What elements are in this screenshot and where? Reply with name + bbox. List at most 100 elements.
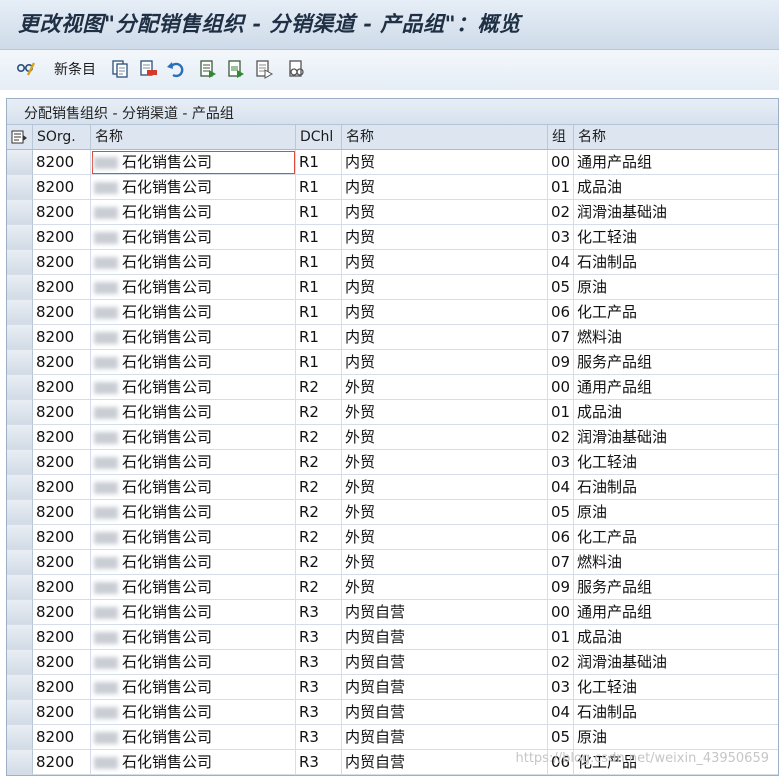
- cell-div-name: 原油: [574, 725, 778, 750]
- cell-dchl: R1: [296, 200, 342, 225]
- table-row[interactable]: 8200 石化销售公司 R1 内贸 07 燃料油: [7, 325, 778, 350]
- redacted-mark: [94, 681, 118, 694]
- cell-sorg-name: 石化销售公司: [91, 200, 296, 225]
- column-header-dchl[interactable]: DChl: [296, 125, 342, 150]
- cell-sorg-name: 石化销售公司: [91, 275, 296, 300]
- row-selector[interactable]: [7, 550, 33, 575]
- table-row[interactable]: 8200 石化销售公司 R2 外贸 04 石油制品: [7, 475, 778, 500]
- table-row[interactable]: 8200 石化销售公司 R1 内贸 04 石油制品: [7, 250, 778, 275]
- table-row[interactable]: 8200 石化销售公司 R3 内贸自营 01 成品油: [7, 625, 778, 650]
- row-selector[interactable]: [7, 525, 33, 550]
- column-header-div[interactable]: 组: [548, 125, 574, 150]
- table-row[interactable]: 8200 石化销售公司 R2 外贸 06 化工产品: [7, 525, 778, 550]
- table-row[interactable]: 8200 石化销售公司 R1 内贸 00 通用产品组: [7, 150, 778, 175]
- cell-div: 01: [548, 400, 574, 425]
- cell-dchl-name: 内贸自营: [342, 700, 548, 725]
- table-row[interactable]: 8200 石化销售公司 R2 外贸 02 润滑油基础油: [7, 425, 778, 450]
- cell-dchl-name: 内贸自营: [342, 675, 548, 700]
- cell-text: 石化销售公司: [122, 553, 213, 571]
- table-row[interactable]: 8200 石化销售公司 R1 内贸 09 服务产品组: [7, 350, 778, 375]
- row-selector[interactable]: [7, 600, 33, 625]
- cell-text: 石化销售公司: [122, 378, 213, 396]
- cell-sorg: 8200: [33, 500, 91, 525]
- cell-text: 石化销售公司: [122, 328, 213, 346]
- undo-button[interactable]: [166, 58, 186, 80]
- table-row[interactable]: 8200 石化销售公司 R2 外贸 09 服务产品组: [7, 575, 778, 600]
- select-all-button[interactable]: [198, 58, 218, 80]
- row-selector[interactable]: [7, 700, 33, 725]
- column-header-sorg[interactable]: SOrg.: [33, 125, 91, 150]
- cell-dchl: R2: [296, 575, 342, 600]
- cell-div: 04: [548, 475, 574, 500]
- row-selector[interactable]: [7, 725, 33, 750]
- table-row[interactable]: 8200 石化销售公司 R2 外贸 07 燃料油: [7, 550, 778, 575]
- row-selector[interactable]: [7, 425, 33, 450]
- cell-div: 07: [548, 325, 574, 350]
- row-selector[interactable]: [7, 750, 33, 775]
- cell-sorg-name: 石化销售公司: [91, 325, 296, 350]
- display-change-button[interactable]: [16, 58, 36, 80]
- column-header-div-name[interactable]: 名称: [574, 125, 778, 150]
- row-selector[interactable]: [7, 175, 33, 200]
- cell-div: 03: [548, 450, 574, 475]
- table-row[interactable]: 8200 石化销售公司 R1 内贸 05 原油: [7, 275, 778, 300]
- print-preview-button[interactable]: [286, 58, 306, 80]
- row-selector[interactable]: [7, 675, 33, 700]
- cell-text: 石化销售公司: [122, 628, 213, 646]
- table-row[interactable]: 8200 石化销售公司 R3 内贸自营 03 化工轻油: [7, 675, 778, 700]
- table-row[interactable]: 8200 石化销售公司 R3 内贸自营 00 通用产品组: [7, 600, 778, 625]
- table-row[interactable]: 8200 石化销售公司 R1 内贸 01 成品油: [7, 175, 778, 200]
- deselect-all-button[interactable]: [254, 58, 274, 80]
- cell-dchl: R1: [296, 350, 342, 375]
- cell-div-name: 燃料油: [574, 550, 778, 575]
- cell-dchl: R2: [296, 425, 342, 450]
- cell-div: 00: [548, 600, 574, 625]
- column-header-dchl-name[interactable]: 名称: [342, 125, 548, 150]
- cell-dchl: R2: [296, 400, 342, 425]
- row-selector[interactable]: [7, 475, 33, 500]
- cell-div: 03: [548, 225, 574, 250]
- table-row[interactable]: 8200 石化销售公司 R2 外贸 03 化工轻油: [7, 450, 778, 475]
- row-selector[interactable]: [7, 300, 33, 325]
- row-selector[interactable]: [7, 350, 33, 375]
- print-preview-icon: [289, 60, 304, 77]
- row-selector[interactable]: [7, 250, 33, 275]
- delete-button[interactable]: [138, 58, 158, 80]
- row-selector[interactable]: [7, 325, 33, 350]
- column-settings-button[interactable]: [7, 125, 33, 150]
- table-row[interactable]: 8200 石化销售公司 R2 外贸 01 成品油: [7, 400, 778, 425]
- row-selector[interactable]: [7, 450, 33, 475]
- row-selector[interactable]: [7, 200, 33, 225]
- redacted-mark: [94, 531, 118, 544]
- table-row[interactable]: 8200 石化销售公司 R2 外贸 05 原油: [7, 500, 778, 525]
- row-selector[interactable]: [7, 625, 33, 650]
- row-selector[interactable]: [7, 650, 33, 675]
- new-entries-button[interactable]: 新条目: [48, 58, 96, 80]
- cell-div: 06: [548, 525, 574, 550]
- redacted-mark: [94, 706, 118, 719]
- row-selector[interactable]: [7, 150, 33, 175]
- row-selector[interactable]: [7, 575, 33, 600]
- cell-dchl-name: 外贸: [342, 375, 548, 400]
- row-selector[interactable]: [7, 500, 33, 525]
- row-selector[interactable]: [7, 275, 33, 300]
- column-header-sorg-name[interactable]: 名称: [91, 125, 296, 150]
- row-selector[interactable]: [7, 225, 33, 250]
- row-selector[interactable]: [7, 375, 33, 400]
- cell-div-name: 化工轻油: [574, 225, 778, 250]
- copy-button[interactable]: [110, 58, 130, 80]
- select-block-button[interactable]: [226, 58, 246, 80]
- cell-sorg-name: 石化销售公司: [91, 725, 296, 750]
- table-panel: 分配销售组织 - 分销渠道 - 产品组 SOrg. 名称 DChl 名称 组 名…: [6, 98, 779, 776]
- cell-dchl: R1: [296, 275, 342, 300]
- select-all-icon: [200, 60, 216, 78]
- row-selector[interactable]: [7, 400, 33, 425]
- table-row[interactable]: 8200 石化销售公司 R3 内贸自营 02 润滑油基础油: [7, 650, 778, 675]
- table-row[interactable]: 8200 石化销售公司 R2 外贸 00 通用产品组: [7, 375, 778, 400]
- cell-dchl-name: 外贸: [342, 400, 548, 425]
- table-row[interactable]: 8200 石化销售公司 R1 内贸 06 化工产品: [7, 300, 778, 325]
- table-row[interactable]: 8200 石化销售公司 R3 内贸自营 05 原油: [7, 725, 778, 750]
- table-row[interactable]: 8200 石化销售公司 R3 内贸自营 04 石油制品: [7, 700, 778, 725]
- table-row[interactable]: 8200 石化销售公司 R1 内贸 03 化工轻油: [7, 225, 778, 250]
- table-row[interactable]: 8200 石化销售公司 R1 内贸 02 润滑油基础油: [7, 200, 778, 225]
